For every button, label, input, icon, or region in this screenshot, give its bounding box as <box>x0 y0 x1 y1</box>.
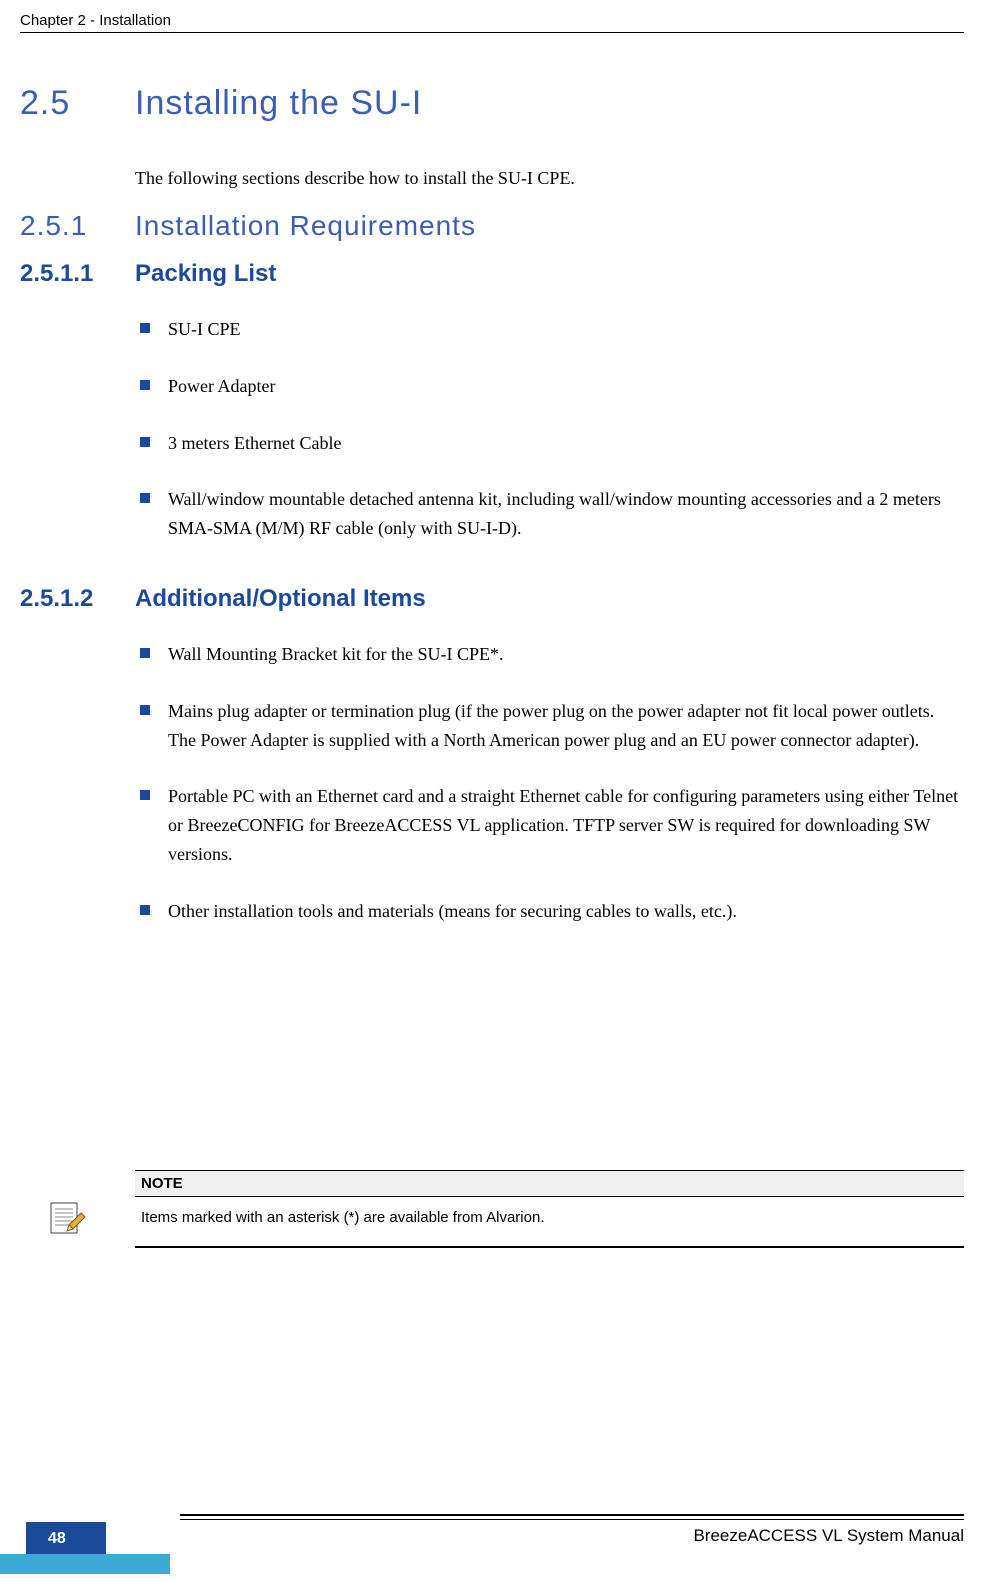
list-item: Wall Mounting Bracket kit for the SU-I C… <box>140 640 964 669</box>
bullet-icon <box>140 790 150 800</box>
list-item-text: 3 meters Ethernet Cable <box>168 429 964 458</box>
list-item: SU-I CPE <box>140 315 964 344</box>
list-item-text: Portable PC with an Ethernet card and a … <box>168 782 964 868</box>
bullet-icon <box>140 648 150 658</box>
footer-rule-thick <box>180 1514 964 1516</box>
bullet-icon <box>140 323 150 333</box>
note-box: NOTE Items marked with an asterisk (*) a… <box>135 1170 964 1248</box>
section-2-5-1-2-title: Additional/Optional Items <box>135 585 426 613</box>
section-2-5-1-2-number: 2.5.1.2 <box>20 585 93 613</box>
footer-rule-thin <box>180 1519 964 1520</box>
section-2-5-1-1-number: 2.5.1.1 <box>20 260 93 288</box>
page-bar-accent <box>0 1554 170 1574</box>
note-text: Items marked with an asterisk (*) are av… <box>135 1197 964 1248</box>
list-item-text: Wall Mounting Bracket kit for the SU-I C… <box>168 640 964 669</box>
chapter-header: Chapter 2 - Installation <box>20 12 171 29</box>
list-item-text: SU-I CPE <box>168 315 964 344</box>
note-pencil-icon <box>45 1195 89 1244</box>
section-2-5-number: 2.5 <box>20 84 70 123</box>
bullet-icon <box>140 705 150 715</box>
list-item-text: Other installation tools and materials (… <box>168 897 964 926</box>
footer-manual-title: BreezeACCESS VL System Manual <box>693 1526 964 1546</box>
list-item: Wall/window mountable detached antenna k… <box>140 485 964 543</box>
section-2-5-1-1-title: Packing List <box>135 260 276 288</box>
bullet-icon <box>140 493 150 503</box>
section-2-5-title: Installing the SU-I <box>135 84 422 123</box>
list-item: Power Adapter <box>140 372 964 401</box>
bullet-icon <box>140 437 150 447</box>
list-item-text: Power Adapter <box>168 372 964 401</box>
header-rule <box>20 32 964 33</box>
section-2-5-1-number: 2.5.1 <box>20 210 87 242</box>
list-item: Mains plug adapter or termination plug (… <box>140 697 964 755</box>
list-item: 3 meters Ethernet Cable <box>140 429 964 458</box>
list-item-text: Mains plug adapter or termination plug (… <box>168 697 964 755</box>
list-item: Other installation tools and materials (… <box>140 897 964 926</box>
page-number-badge <box>26 1522 106 1554</box>
bullet-icon <box>140 380 150 390</box>
list-item-text: Wall/window mountable detached antenna k… <box>168 485 964 543</box>
section-2-5-1-title: Installation Requirements <box>135 210 476 242</box>
intro-paragraph: The following sections describe how to i… <box>135 168 575 189</box>
note-label: NOTE <box>135 1170 964 1197</box>
bullet-icon <box>140 905 150 915</box>
page-number: 48 <box>48 1530 66 1548</box>
list-item: Portable PC with an Ethernet card and a … <box>140 782 964 868</box>
